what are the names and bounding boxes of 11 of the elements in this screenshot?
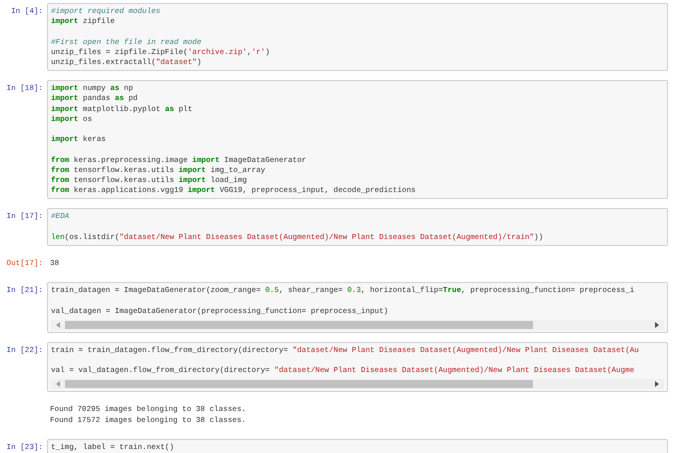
- horizontal-scrollbar[interactable]: [51, 379, 664, 390]
- code-cell-input[interactable]: [47, 80, 668, 200]
- horizontal-scrollbar[interactable]: [51, 320, 664, 330]
- code-cell-input[interactable]: [47, 282, 668, 333]
- left-arrow-icon[interactable]: [54, 320, 62, 329]
- scrollbar-thumb[interactable]: [65, 320, 533, 329]
- code-cell-input[interactable]: [47, 342, 668, 392]
- left-arrow-icon[interactable]: [54, 380, 62, 388]
- scrollbar-thumb[interactable]: [65, 380, 533, 388]
- right-arrow-icon[interactable]: [653, 320, 661, 329]
- right-arrow-icon[interactable]: [653, 380, 661, 388]
